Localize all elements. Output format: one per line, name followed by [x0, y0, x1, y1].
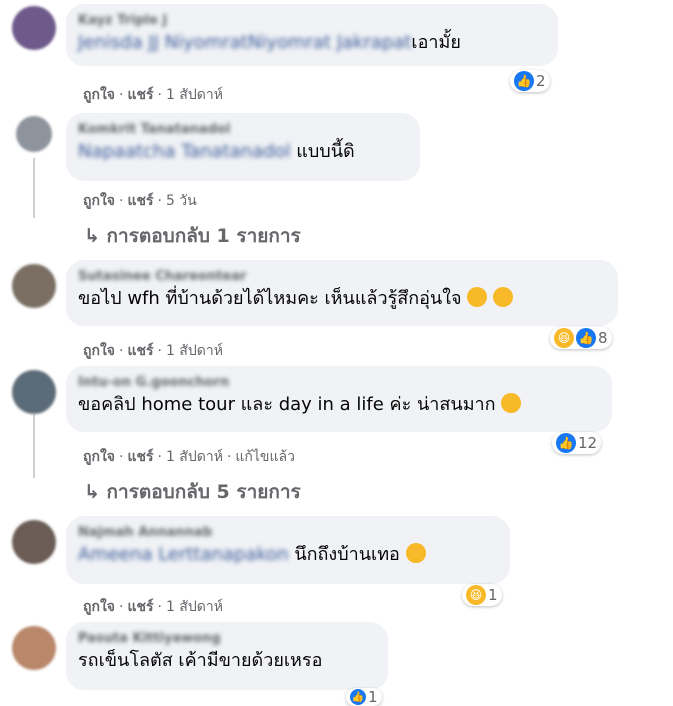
reaction-count: 1: [368, 688, 378, 706]
comment-body: ขอไป wfh ที่บ้านด้วยได้ไหมคะ เห็นแล้วรู้…: [78, 288, 462, 309]
reaction-summary[interactable]: 👍 2: [510, 70, 550, 92]
mention-link[interactable]: Napaatcha Tanatanadol: [78, 141, 291, 162]
commenter-name[interactable]: Kayz Triple J: [78, 12, 546, 30]
commenter-name[interactable]: Intu-on G.goonchorn: [78, 374, 600, 392]
share-button[interactable]: แชร์: [127, 449, 153, 465]
reply-thread-line: [33, 414, 35, 478]
comment-body: แบบนี้ดิ: [290, 141, 355, 162]
comment-text: ขอคลิป home tour และ day in a life ค่ะ น…: [78, 392, 600, 418]
share-button[interactable]: แชร์: [127, 87, 153, 103]
comment-actions: ถูกใจ · แชร์ · 1 สัปดาห์: [83, 599, 223, 615]
thumbs-up-icon: 👍: [350, 689, 366, 705]
reaction-count: 12: [578, 434, 598, 452]
comment-text: Napaatcha Tanatanadol แบบนี้ดิ: [78, 139, 408, 165]
edited-label: แก้ไขแล้ว: [235, 449, 295, 465]
comment-text: Jenisda JJ NiyomratNiyomrat Jakrapatเอาม…: [78, 30, 546, 56]
like-button[interactable]: ถูกใจ: [83, 343, 115, 359]
reaction-count: 1: [488, 586, 498, 604]
thumbs-up-icon: 👍: [556, 433, 576, 453]
comment-bubble: Sutasinee Chareontear ขอไป wfh ที่บ้านด้…: [66, 260, 618, 326]
comment-actions: ถูกใจ · แชร์ · 1 สัปดาห์: [83, 87, 223, 103]
commenter-name[interactable]: Najmah Annannab: [78, 524, 498, 542]
laughing-face-icon: 😆: [466, 585, 486, 605]
like-button[interactable]: ถูกใจ: [83, 599, 115, 615]
reaction-summary[interactable]: 👍 12: [552, 432, 602, 454]
mention-link[interactable]: Jenisda JJ NiyomratNiyomrat Jakrapat: [78, 32, 411, 53]
reaction-summary[interactable]: 😆 👍 8: [550, 327, 612, 349]
timestamp[interactable]: 5 วัน: [166, 193, 197, 209]
comment-text: ขอไป wfh ที่บ้านด้วยได้ไหมคะ เห็นแล้วรู้…: [78, 286, 606, 312]
avatar[interactable]: [12, 264, 56, 308]
comment-text: Ameena Lerttanapakon นึกถึงบ้านเทอ: [78, 542, 498, 568]
heart-eyes-face-icon: [501, 393, 522, 413]
view-replies-link[interactable]: ↳ การตอบกลับ 5 รายการ: [84, 477, 301, 507]
avatar[interactable]: [12, 520, 56, 564]
comment-actions: ถูกใจ · แชร์ · 1 สัปดาห์ · แก้ไขแล้ว: [83, 449, 295, 465]
timestamp[interactable]: 1 สัปดาห์: [166, 599, 223, 615]
comment-bubble: Pasuta Kittiyawong รถเข็นโลตัส เค้ามีขาย…: [66, 622, 388, 690]
comment-bubble: Najmah Annannab Ameena Lerttanapakon นึก…: [66, 516, 510, 584]
comment-actions: ถูกใจ · แชร์ · 1 สัปดาห์: [83, 343, 223, 359]
comment-text: รถเข็นโลตัส เค้ามีขายด้วยเหรอ: [78, 648, 376, 674]
comment-bubble: Intu-on G.goonchorn ขอคลิป home tour และ…: [66, 366, 612, 432]
like-button[interactable]: ถูกใจ: [83, 87, 115, 103]
share-button[interactable]: แชร์: [127, 193, 153, 209]
like-button[interactable]: ถูกใจ: [83, 193, 115, 209]
avatar[interactable]: [12, 626, 56, 670]
reaction-summary[interactable]: 👍 1: [346, 688, 382, 706]
timestamp[interactable]: 1 สัปดาห์: [166, 449, 223, 465]
avatar[interactable]: [16, 116, 52, 152]
rolling-laughing-face-icon: [405, 543, 426, 563]
avatar[interactable]: [12, 370, 56, 414]
comment-bubble: Komkrit Tanatanadol Napaatcha Tanatanado…: [66, 113, 420, 181]
share-button[interactable]: แชร์: [127, 343, 153, 359]
comment-body: นึกถึงบ้านเทอ: [288, 544, 400, 565]
comment-body: เอามั้ย: [411, 32, 461, 53]
relieved-face-icon: [493, 287, 514, 307]
timestamp[interactable]: 1 สัปดาห์: [166, 87, 223, 103]
mention-link[interactable]: Ameena Lerttanapakon: [78, 544, 289, 565]
commenter-name[interactable]: Komkrit Tanatanadol: [78, 121, 408, 139]
view-replies-link[interactable]: ↳ การตอบกลับ 1 รายการ: [84, 221, 301, 251]
laughing-face-icon: 😆: [554, 328, 574, 348]
timestamp[interactable]: 1 สัปดาห์: [166, 343, 223, 359]
thumbs-up-icon: 👍: [514, 71, 534, 91]
relieved-face-icon: [467, 287, 488, 307]
reaction-count: 8: [598, 329, 608, 347]
comment-bubble: Kayz Triple J Jenisda JJ NiyomratNiyomra…: [66, 4, 558, 66]
share-button[interactable]: แชร์: [127, 599, 153, 615]
commenter-name[interactable]: Pasuta Kittiyawong: [78, 630, 376, 648]
avatar[interactable]: [12, 6, 56, 50]
like-button[interactable]: ถูกใจ: [83, 449, 115, 465]
comment-actions: ถูกใจ · แชร์ · 5 วัน: [83, 193, 197, 209]
reply-thread-line: [33, 158, 35, 218]
comment-body: รถเข็นโลตัส เค้ามีขายด้วยเหรอ: [78, 650, 323, 671]
reaction-count: 2: [536, 72, 546, 90]
commenter-name[interactable]: Sutasinee Chareontear: [78, 268, 606, 286]
comment-body: ขอคลิป home tour และ day in a life ค่ะ น…: [78, 394, 496, 415]
thumbs-up-icon: 👍: [576, 328, 596, 348]
reaction-summary[interactable]: 😆 1: [462, 584, 502, 606]
